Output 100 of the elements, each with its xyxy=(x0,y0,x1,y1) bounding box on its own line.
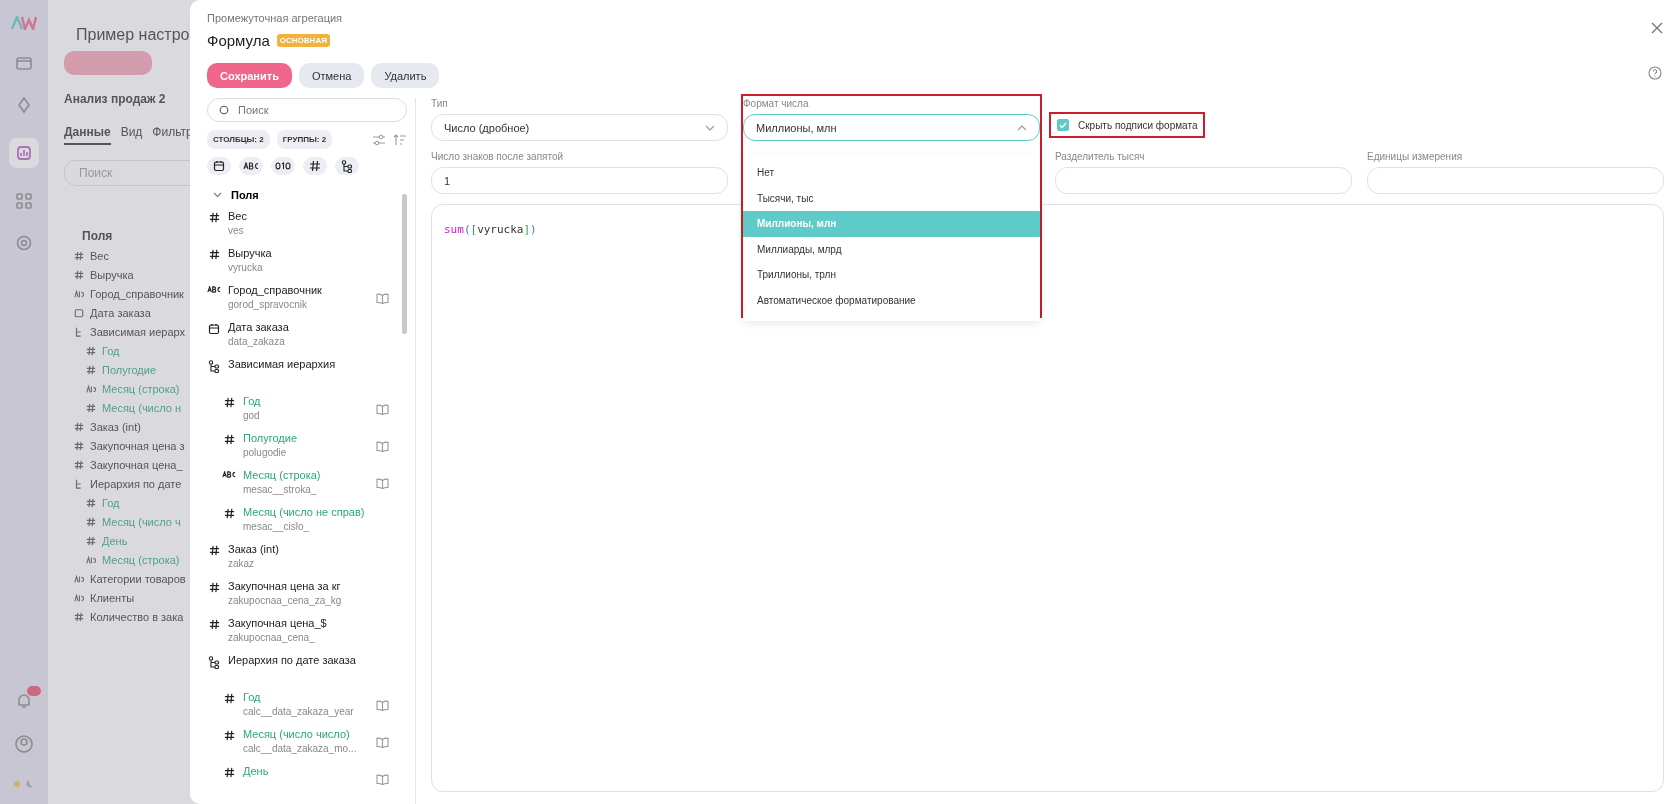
field-item[interactable]: Закупочная цена_ xyxy=(90,459,183,471)
hash-icon xyxy=(74,270,84,280)
chart-nav-button[interactable] xyxy=(9,138,39,168)
field-name[interactable]: День xyxy=(243,765,369,777)
action-button[interactable]: Сохранить xyxy=(207,63,292,88)
field-item[interactable]: Вес xyxy=(90,250,109,262)
separator-field[interactable] xyxy=(1055,167,1352,194)
book-icon[interactable] xyxy=(376,293,389,304)
hash-icon xyxy=(86,536,96,546)
field-label: Тип xyxy=(431,98,449,109)
field-item[interactable]: Закупочная цена з xyxy=(90,440,185,452)
field-name[interactable]: Полугодие xyxy=(243,432,369,444)
field-code: calc__data_zakaza_mo... xyxy=(243,743,358,754)
field-item[interactable]: Выручка xyxy=(90,269,134,281)
type-filter-button[interactable] xyxy=(271,157,295,175)
field-name[interactable]: Город_справочник xyxy=(228,284,369,296)
field-name[interactable]: Год xyxy=(243,691,369,703)
field-code: mesac__stroka_ xyxy=(243,484,318,495)
field-item[interactable]: Зависимая иерарх xyxy=(90,326,186,338)
hash-icon xyxy=(86,517,96,527)
folder-icon[interactable] xyxy=(15,54,33,72)
widget-title: Анализ продаж 2 xyxy=(64,92,166,106)
field-name[interactable]: Выручка xyxy=(228,247,389,259)
checkbox[interactable] xyxy=(1057,119,1069,131)
units-field[interactable] xyxy=(1367,167,1664,194)
field-name[interactable]: Зависимая иерархия xyxy=(228,358,389,370)
sort-icon[interactable] xyxy=(393,133,407,146)
tab[interactable]: Данные xyxy=(64,125,111,145)
hash-icon xyxy=(86,346,96,356)
field-code: mesac__cislo_ xyxy=(243,521,311,532)
field-item[interactable]: Заказ (int) xyxy=(90,421,141,433)
hash-icon xyxy=(74,441,84,451)
scrollbar-thumb[interactable] xyxy=(402,194,407,334)
search-field[interactable]: Поиск xyxy=(207,98,407,122)
field-name[interactable]: Год xyxy=(243,395,369,407)
field-item[interactable]: Иерархия по дате xyxy=(90,478,182,490)
field-item[interactable]: Клиенты xyxy=(90,592,135,604)
hash-icon xyxy=(208,249,220,260)
book-icon[interactable] xyxy=(376,478,389,489)
type-filter-button[interactable] xyxy=(239,157,263,175)
chevron-icon xyxy=(705,125,715,131)
filter-chip[interactable]: СТОЛБЦЫ: 2 xyxy=(207,130,270,149)
field-label: Число знаков после запятой xyxy=(431,151,565,162)
type-select[interactable]: Число (дробное) xyxy=(431,114,728,141)
hash-icon xyxy=(208,582,220,593)
type-filter-button[interactable] xyxy=(335,157,359,175)
type-filter-button[interactable] xyxy=(207,157,231,175)
field-name[interactable]: Иерархия по дате заказа xyxy=(228,654,389,666)
bell-icon[interactable] xyxy=(15,692,33,710)
field-code: zakaz xyxy=(228,558,256,569)
search-icon xyxy=(219,105,229,115)
chevron-icon xyxy=(213,192,222,198)
action-button[interactable]: Отмена xyxy=(298,63,365,88)
logo-icon xyxy=(11,16,37,30)
book-icon[interactable] xyxy=(376,737,389,748)
dropdown-option[interactable]: Миллиарды, млрд xyxy=(743,236,1040,263)
decimals-field[interactable]: 1 xyxy=(431,167,728,194)
field-item[interactable]: Дата заказа xyxy=(90,307,151,319)
tab[interactable]: Вид xyxy=(120,125,143,145)
field-name[interactable]: Вес xyxy=(228,210,389,222)
field-item[interactable]: Категории товаров xyxy=(90,573,186,585)
field-item[interactable]: Количество в зака xyxy=(90,611,184,623)
filter-chip[interactable]: ГРУППЫ: 2 xyxy=(276,130,333,149)
hash-icon xyxy=(74,460,84,470)
type-filter-button[interactable] xyxy=(303,157,327,175)
book-icon[interactable] xyxy=(376,700,389,711)
field-code: calc__data_zakaza_year xyxy=(243,706,355,717)
field-code: zakupocnaa_cena_za_kg xyxy=(228,595,343,606)
hash-icon xyxy=(223,508,235,519)
field-name[interactable]: Заказ (int) xyxy=(228,543,389,555)
action-button[interactable]: Удалить xyxy=(371,63,440,88)
status-badge: ОСНОВНАЯ xyxy=(276,34,330,47)
field-name[interactable]: Закупочная цена_$ xyxy=(228,617,389,629)
publish-button[interactable] xyxy=(64,51,152,75)
field-name[interactable]: Дата заказа xyxy=(228,321,389,333)
book-icon[interactable] xyxy=(376,774,389,785)
chart-icon xyxy=(15,144,33,162)
dropdown-option[interactable]: Автоматическое форматирование xyxy=(743,287,1040,314)
book-icon[interactable] xyxy=(376,404,389,415)
help-icon[interactable] xyxy=(1648,66,1662,80)
field-name[interactable]: Закупочная цена за кг xyxy=(228,580,389,592)
format-select[interactable]: Миллионы, млн xyxy=(743,114,1040,141)
sliders-icon[interactable] xyxy=(372,133,386,146)
grid-icon[interactable] xyxy=(15,192,33,210)
dropdown-option[interactable]: Нет xyxy=(743,160,1040,186)
field-name[interactable]: Месяц (строка) xyxy=(243,469,369,481)
breadcrumb: Промежуточная агрегация xyxy=(207,12,344,24)
tree-group-toggle[interactable]: Поля xyxy=(207,185,389,205)
book-icon[interactable] xyxy=(376,441,389,452)
field-name[interactable]: Месяц (число число) xyxy=(243,728,369,740)
page-title: Пример настро xyxy=(76,26,190,44)
field-item[interactable]: Город_справочник xyxy=(90,288,184,300)
close-icon[interactable] xyxy=(1650,21,1664,35)
field-name[interactable]: Месяц (число не справ) xyxy=(243,506,389,518)
dropdown-option[interactable]: Триллионы, трлн xyxy=(743,262,1040,288)
chevron-icon xyxy=(1017,125,1027,131)
hash-icon xyxy=(86,498,96,508)
field-label: Разделитель тысяч xyxy=(1055,151,1146,162)
hash-icon xyxy=(74,251,84,261)
checkbox-label[interactable]: Скрыть подписи формата xyxy=(1078,119,1198,131)
